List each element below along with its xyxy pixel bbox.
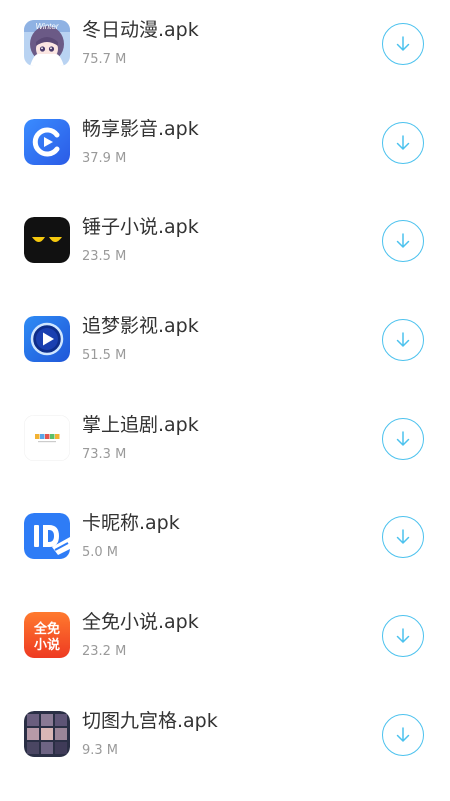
- app-name: 全免小说.apk: [82, 611, 199, 634]
- download-arrow-icon: [396, 727, 410, 742]
- app-size: 75.7 M: [82, 52, 127, 67]
- download-button[interactable]: [382, 417, 424, 460]
- download-button[interactable]: [382, 516, 424, 559]
- download-button[interactable]: [382, 615, 424, 658]
- play-disc-icon: [24, 316, 70, 363]
- download-arrow-icon: [396, 628, 410, 643]
- app-size: 51.5 M: [82, 348, 127, 364]
- icon-text-line2: 小说: [34, 637, 60, 653]
- cat-eyes-icon: [24, 217, 70, 264]
- id-card-icon: [24, 513, 70, 560]
- app-name: 掌上追剧.apk: [82, 413, 199, 436]
- app-size: 5.0 M: [82, 545, 119, 561]
- app-size: 73.3 M: [82, 446, 127, 462]
- download-arrow-icon: [396, 431, 410, 446]
- download-arrow-icon: [396, 529, 410, 545]
- download-arrow-icon: [396, 332, 410, 347]
- list-item: 锤子小说.apk 23.5 M: [0, 201, 450, 300]
- app-download-list: Winter 冬日动漫.apk 75.7 M 畅享影音.apk 37.9 M 锤…: [0, 4, 450, 794]
- grid-nine-icon: [24, 710, 70, 757]
- app-name: 冬日动漫.apk: [82, 19, 199, 41]
- icon-badge-text: Winter: [35, 22, 58, 31]
- list-item: 卡昵称.apk 5.0 M: [0, 497, 450, 596]
- app-size: 23.5 M: [82, 249, 127, 265]
- download-button[interactable]: [382, 23, 424, 65]
- list-item: Winter 冬日动漫.apk 75.7 M: [0, 4, 450, 103]
- app-size: 23.2 M: [82, 644, 127, 660]
- download-button[interactable]: [382, 319, 424, 362]
- anime-girl-icon: Winter: [24, 20, 70, 66]
- list-item: 掌上追剧.apk 73.3 M: [0, 399, 450, 498]
- download-arrow-icon: [396, 134, 410, 150]
- app-name: 切图九宫格.apk: [82, 709, 218, 732]
- download-button[interactable]: [382, 713, 424, 756]
- icon-text-line1: 全免: [33, 621, 60, 637]
- download-button[interactable]: [382, 121, 424, 164]
- play-circle-icon: [24, 118, 70, 165]
- app-name: 追梦影视.apk: [82, 315, 199, 338]
- app-name: 锤子小说.apk: [82, 216, 199, 239]
- list-item: 切图九宫格.apk 9.3 M: [0, 695, 450, 794]
- free-novel-icon: 全免 小说: [24, 612, 70, 659]
- download-arrow-icon: [396, 36, 410, 51]
- colored-blocks-icon: [24, 414, 70, 461]
- app-size: 37.9 M: [82, 150, 127, 166]
- download-arrow-icon: [396, 233, 410, 249]
- app-size: 9.3 M: [82, 742, 119, 758]
- download-button[interactable]: [382, 220, 424, 263]
- app-name: 卡昵称.apk: [82, 512, 180, 535]
- list-item: 追梦影视.apk 51.5 M: [0, 300, 450, 399]
- list-item: 全免 小说 全免小说.apk 23.2 M: [0, 596, 450, 695]
- list-item: 畅享影音.apk 37.9 M: [0, 103, 450, 202]
- app-name: 畅享影音.apk: [82, 117, 199, 140]
